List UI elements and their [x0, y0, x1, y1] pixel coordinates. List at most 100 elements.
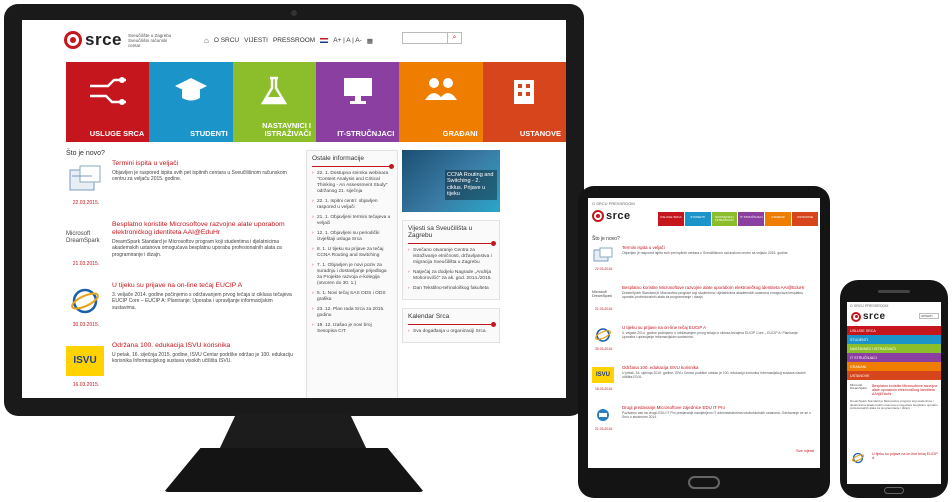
tile-ustanove[interactable]: USTANOVE [792, 212, 818, 226]
site-logo[interactable]: srce [851, 311, 886, 322]
menu-item-usluge-srca[interactable]: USLUGE SRCA [847, 326, 941, 335]
info-link[interactable]: 19. 12. Izašao je novi broj Sesopisa CIT [307, 323, 397, 339]
sitemap-icon[interactable]: ▦ [367, 37, 373, 45]
building-icon [514, 80, 535, 104]
tile-nastavnici[interactable]: NASTAVNICI I ISTRAŽIVAČI [232, 62, 316, 142]
tile-studenti[interactable]: STUDENTI [684, 212, 711, 226]
news-item[interactable]: 30.03.2015. U tijeku su prijave na on-li… [66, 282, 296, 340]
tile-nastavnici[interactable]: NASTAVNICI I ISTRAŽIVAČI [711, 212, 738, 226]
logo-wordmark: srce [85, 30, 122, 49]
news-item[interactable]: Microsoft DreamSpark 21.03.2015. Besplat… [592, 285, 816, 325]
monitor-icon [343, 78, 372, 104]
info-link[interactable]: 22. 1. Dostupna snimka webinara "Content… [307, 171, 397, 199]
news-item[interactable]: 21.03.2015. Drugi predavanje Microsoftov… [592, 405, 816, 445]
news-headline[interactable]: U tijeku su prijave na on-line tečaj EUC… [622, 325, 812, 330]
tile-it-strucnjaci[interactable]: IT STRUČNJACI [738, 212, 765, 226]
tile-gradani[interactable]: GRAĐANI [765, 212, 792, 226]
dreamspark-logo: Microsoft DreamSpark [850, 383, 867, 391]
info-link[interactable]: 23. 12. Plan rada Srca za 2015. godinu [307, 307, 397, 323]
info-link[interactable]: 21. 1. Objavljeni termini tečajeva u vel… [307, 215, 397, 231]
news-body: 3. veljače 2014. godine počinjemo s održ… [112, 292, 292, 311]
site-header: srce Sveučilište u Zagrebu Sveučilišni r… [22, 20, 566, 60]
dreamspark-logo: Microsoft DreamSpark [66, 231, 100, 244]
news-item[interactable]: 22.03.2015. Termini ispita u veljači Obj… [592, 245, 816, 285]
news-item[interactable]: 30.03.2015. U tijeku su prijave na on-li… [592, 325, 816, 365]
news-item[interactable]: Microsoft DreamSpark 21.03.2015. Besplat… [66, 221, 296, 279]
menu-item-it-strucnjaci[interactable]: IT STRUČNJACI [847, 353, 941, 362]
circuit-icon [89, 77, 126, 105]
news-section-title: Što je novo? [592, 236, 620, 242]
news-headline[interactable]: Besplatno koristite Microsoftove razvojn… [872, 384, 938, 396]
news-headline[interactable]: Termini ispita u veljači [112, 160, 296, 168]
info-link[interactable]: 12. 1. Objavljeni su periodički izvješta… [307, 231, 397, 247]
top-nav: ⌂ O SRCU VIJESTI PRESSROOM A+ | A | A- ▦ [204, 36, 373, 45]
news-item[interactable]: ISVU 16.03.2015. Održana 100. edukacija … [592, 365, 816, 405]
news-body: DreamSpark Standard je Microsoftov progr… [622, 291, 804, 300]
news-headline[interactable]: Termini ispita u veljači [622, 245, 812, 250]
search-input[interactable] [402, 32, 448, 44]
info-link[interactable]: 8. 1. U tijeku su prijave za tečaj CCNA … [307, 247, 397, 263]
news-headline[interactable]: Besplatno koristite Microsoftove razvojn… [112, 221, 296, 237]
news-date: 22.03.2015. [72, 200, 100, 206]
ccna-promo-banner[interactable]: CCNA Routing and Switching - 2. ciklus. … [402, 150, 500, 212]
tablet-topbar[interactable]: O SRCU PRESSROOM [588, 198, 820, 208]
menu-item-studenti[interactable]: STUDENTI [847, 335, 941, 344]
flask-icon [261, 76, 288, 105]
news-headline[interactable]: Besplatno koristite Microsoftove razvojn… [622, 285, 812, 290]
info-link[interactable]: 7. 1. Objavljen je novi poziv za suradnj… [307, 263, 397, 291]
srce-logo-icon [64, 31, 82, 49]
language-flag-icon[interactable] [320, 38, 329, 43]
isvu-logo: ISVU [592, 367, 614, 383]
tile-ustanove[interactable]: USTANOVE [482, 62, 566, 142]
phone-home-button[interactable] [884, 487, 904, 494]
nav-item-o-srcu[interactable]: O SRCU [214, 37, 239, 44]
phone-topbar[interactable]: O SRCU PRESSROOM [847, 302, 941, 310]
news-headline[interactable]: U tijeku su prijave na on-line tečaj EUC… [112, 282, 296, 290]
news-date: 30.03.2015. [595, 347, 613, 351]
tile-it-strucnjaci[interactable]: IT-STRUČNJACI [315, 62, 400, 142]
home-icon[interactable]: ⌂ [204, 36, 209, 45]
university-news-link[interactable]: Svečano otvaranje Centra za istraživanje… [403, 248, 499, 270]
info-link[interactable]: 22. 1. Ispitni centri: objavljen raspore… [307, 199, 397, 215]
news-headline[interactable]: Drugi predavanje Microsoftove zajednice … [622, 405, 812, 410]
news-headline[interactable]: Održana 100. edukacija ISVU korisnika [622, 365, 812, 370]
university-news-link[interactable]: Dan Tekstilno-tehnološkog fakulteta [403, 286, 499, 296]
university-news-link[interactable]: Natječaj za dodjelu Nagrade „Andrija Moh… [403, 270, 499, 286]
nav-item-vijesti[interactable]: VIJESTI [244, 37, 268, 44]
all-news-link[interactable]: Sve vijesti [796, 448, 814, 453]
logo-wordmark: srce [606, 210, 631, 222]
phone-speaker [878, 290, 910, 293]
eucip-globe-icon [851, 452, 865, 464]
calendar-link[interactable]: Sva događanja u organizaciji Srca [403, 329, 499, 339]
people-icon [424, 78, 457, 100]
news-body: U petak, 16. siječnja 2015. godine, ISVU… [622, 371, 806, 380]
nav-item-pressroom[interactable]: PRESSROOM [273, 37, 315, 44]
tile-gradani[interactable]: GRAĐANI [399, 62, 483, 142]
logo-wordmark: srce [863, 311, 886, 322]
news-date: 22.03.2015. [595, 267, 613, 271]
site-logo[interactable]: srce Sveučilište u Zagrebu Sveučilišni r… [64, 30, 180, 50]
news-body: 3. veljače 2014. godine počinjemo s održ… [622, 331, 799, 340]
tile-label: NASTAVNICI I ISTRAŽIVAČI [262, 121, 311, 138]
srce-logo-icon [592, 210, 604, 222]
tile-studenti[interactable]: STUDENTI [149, 62, 233, 142]
tile-usluge-srca[interactable]: USLUGE SRCA [658, 212, 684, 226]
panel-divider [312, 164, 394, 169]
tablet-home-button[interactable] [688, 476, 720, 489]
font-size-controls[interactable]: A+ | A | A- [333, 37, 362, 44]
info-link[interactable]: 5. 1. Novi tečaj SAS ODS i ODS grafika [307, 291, 397, 307]
other-info-panel: Ostale informacije 22. 1. Dostupna snimk… [306, 150, 398, 398]
news-item[interactable]: 22.03.2015. Termini ispita u veljači Obj… [66, 160, 296, 218]
calendar-thumb-icon [593, 247, 613, 262]
tile-usluge-srca[interactable]: USLUGE SRCA [66, 62, 150, 142]
monitor-stand-neck [218, 414, 368, 452]
menu-item-nastavnici[interactable]: NASTAVNICI I ISTRAŽIVAČI [847, 344, 941, 353]
site-logo[interactable]: srce [592, 210, 631, 222]
news-headline[interactable]: U tijeku su prijave na on-line tečaj EUC… [872, 452, 938, 460]
menu-item-ustanove[interactable]: USTANOVE [847, 371, 941, 380]
search-input[interactable]: UPISATI [919, 313, 939, 319]
menu-item-gradani[interactable]: GRAĐANI [847, 362, 941, 371]
news-item[interactable]: ISVU 16.03.2015. Održana 100. edukacija … [66, 342, 296, 398]
search-icon[interactable]: ⌕ [448, 32, 462, 44]
news-headline[interactable]: Održana 100. edukacija ISVU korisnika [112, 342, 296, 350]
